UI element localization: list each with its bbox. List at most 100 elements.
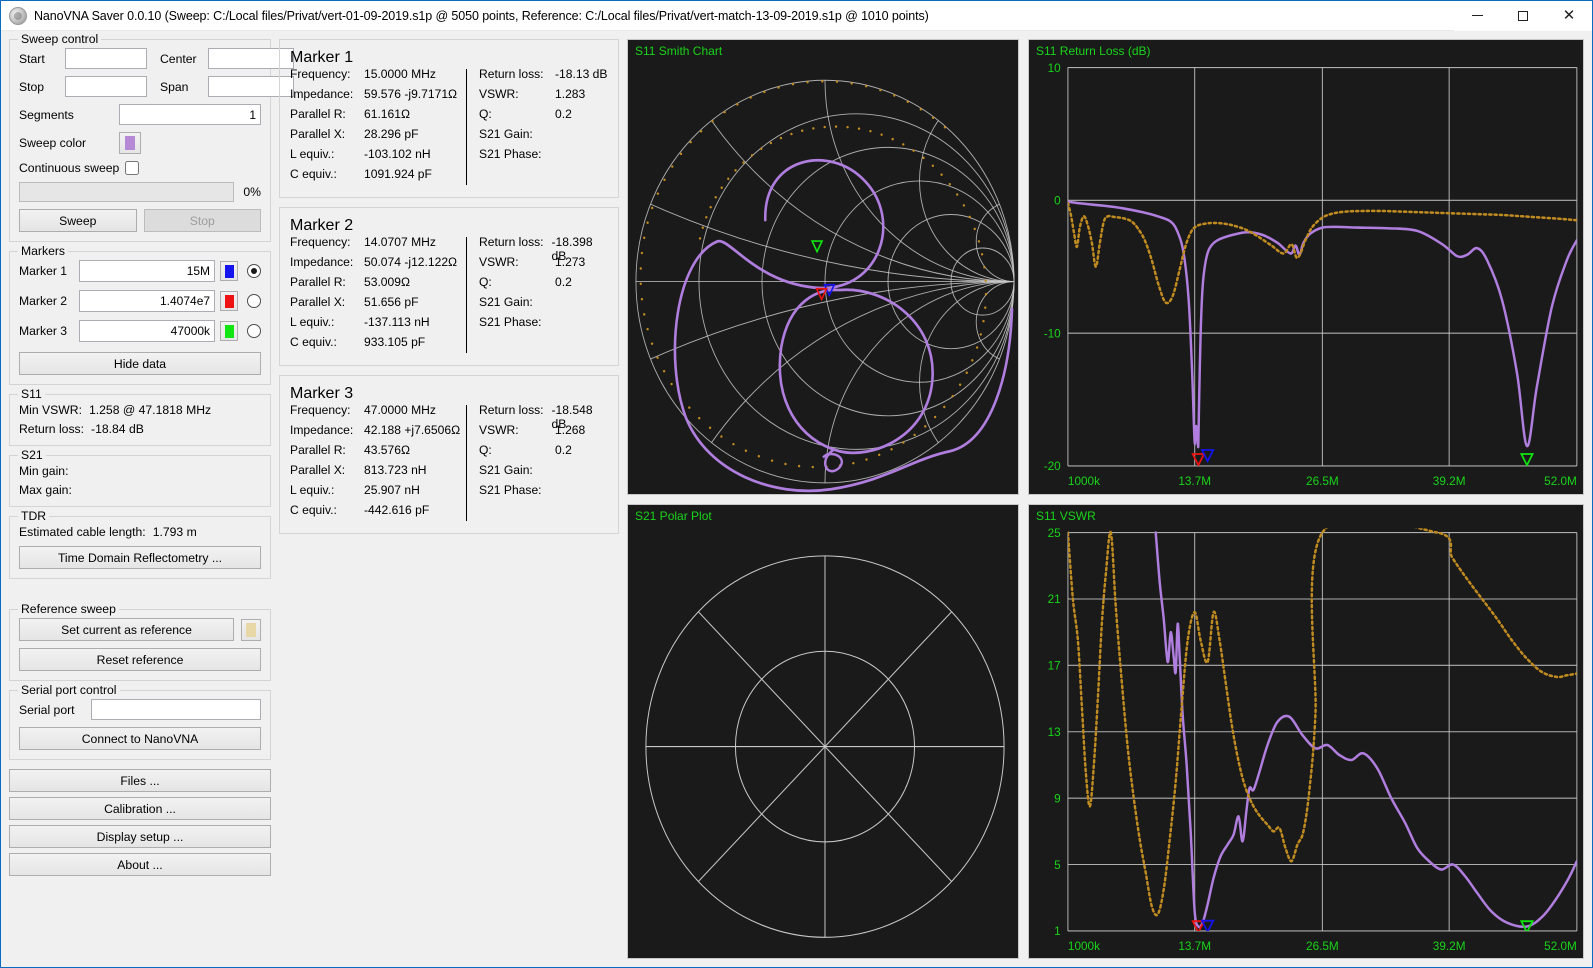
sweep-start-row: Start <box>19 48 147 69</box>
stop-input[interactable] <box>65 76 147 97</box>
marker-1-color-chip <box>224 264 234 278</box>
marker-3-info-group: Marker 3 Frequency: 47.0000 MHz Impedance… <box>279 375 619 534</box>
marker-2-c-equiv: C equiv.: 933.105 pF <box>290 335 462 351</box>
svg-text:26.5M: 26.5M <box>1306 938 1339 952</box>
stop-sweep-button[interactable]: Stop <box>143 209 261 232</box>
marker-3-input[interactable] <box>79 320 216 342</box>
value: 14.0707 MHz <box>364 235 436 249</box>
label: C equiv.: <box>290 335 337 349</box>
sweep-button[interactable]: Sweep <box>19 209 137 232</box>
connect-to-nanovna-button[interactable]: Connect to NanoVNA <box>19 727 261 750</box>
sweep-color-button[interactable] <box>119 132 141 154</box>
label: Parallel X: <box>290 463 346 477</box>
marker-1-s21-gain: S21 Gain: <box>479 127 608 143</box>
svg-text:52.0M: 52.0M <box>1544 938 1577 952</box>
svg-text:39.2M: 39.2M <box>1433 938 1466 952</box>
marker-2-info-legend: Marker 2 <box>290 217 354 234</box>
marker-1-row: Marker 1 <box>19 260 261 282</box>
progress-row: 0% <box>19 182 261 202</box>
label: S21 Gain: <box>479 295 533 309</box>
label: L equiv.: <box>290 315 335 329</box>
label: S21 Phase: <box>479 315 542 329</box>
svg-text:5: 5 <box>1054 857 1061 871</box>
svg-text:13: 13 <box>1048 724 1061 738</box>
marker-3-impedance: Impedance: 42.188 +j7.6506Ω <box>290 423 462 439</box>
marker-3-return-loss: Return loss: -18.548 dB <box>479 403 608 431</box>
reference-color-button[interactable] <box>241 618 261 641</box>
sweep-control-group: Sweep control Start Stop Center Span Seg… <box>9 32 294 242</box>
marker-1-frequency: Frequency: 15.0000 MHz <box>290 67 462 83</box>
marker-2-color-chip <box>224 294 234 308</box>
polar-plot-title: S21 Polar Plot <box>635 508 712 523</box>
about-button[interactable]: About ... <box>9 853 271 876</box>
label: Return loss: <box>479 403 544 417</box>
title-bar: NanoVNA Saver 0.0.10 (Sweep: C:/Local fi… <box>1 0 1592 31</box>
marker-1-input[interactable] <box>79 260 216 282</box>
svg-text:1000k: 1000k <box>1068 474 1100 488</box>
sweep-center-span: Center Span <box>160 48 294 97</box>
marker-3-columns: Frequency: 47.0000 MHz Impedance: 42.188 +… <box>290 403 608 523</box>
s11-min-vswr-value: 1.258 @ 47.1818 MHz <box>88 403 212 417</box>
start-input[interactable] <box>65 48 147 69</box>
marker-2-parallel-x: Parallel X: 51.656 pF <box>290 295 462 311</box>
close-button[interactable]: ✕ <box>1546 0 1592 31</box>
tdr-button[interactable]: Time Domain Reflectometry ... <box>19 546 261 569</box>
value: 50.074 -j12.122Ω <box>364 255 458 269</box>
files-button[interactable]: Files ... <box>9 769 271 792</box>
value: 1.268 <box>555 423 586 437</box>
value: 0.2 <box>555 275 572 289</box>
marker-1-color-button[interactable] <box>220 261 238 281</box>
polar-plot-chart[interactable]: S21 Polar Plot <box>627 503 1019 959</box>
vswr-chart[interactable]: S11 VSWR 25 21 17 13 9 5 1 1000k 13.7M 26.5M 39.2M… <box>1028 503 1584 959</box>
s11-min-vswr-label: Min VSWR: <box>19 403 82 417</box>
marker-3-frequency: Frequency: 47.0000 MHz <box>290 403 462 419</box>
sweep-stop-row: Stop <box>19 76 147 97</box>
label: Parallel R: <box>290 107 346 121</box>
label: Return loss: <box>479 67 544 81</box>
sweep-progress-bar <box>19 182 235 202</box>
marker-3-color-button[interactable] <box>220 321 238 341</box>
label: Q: <box>479 275 492 289</box>
marker-1-right-column: Return loss: -18.13 dB VSWR: 1.283 Q: 0.2 S… <box>479 67 608 187</box>
hide-data-button[interactable]: Hide data <box>19 352 261 375</box>
reset-reference-button[interactable]: Reset reference <box>19 648 261 671</box>
app-logo-icon <box>9 6 27 25</box>
marker-3-radio[interactable] <box>247 324 261 338</box>
label: Impedance: <box>290 423 354 437</box>
label: C equiv.: <box>290 503 337 517</box>
markers-group: Markers Marker 1 Marker 2 Marker 3 <box>9 244 271 385</box>
marker-1-return-loss: Return loss: -18.13 dB <box>479 67 608 83</box>
tdr-cable-length-row: Estimated cable length: 1.793 m <box>19 525 261 539</box>
smith-chart[interactable]: S11 Smith Chart <box>627 39 1019 495</box>
start-label: Start <box>19 51 45 66</box>
maximize-button[interactable] <box>1500 0 1546 31</box>
label: Q: <box>479 443 492 457</box>
marker-1-left-column: Frequency: 15.0000 MHz Impedance: 59.576 -… <box>290 67 462 187</box>
minimize-button[interactable] <box>1454 0 1500 31</box>
marker-2-input[interactable] <box>79 290 216 312</box>
label: S21 Phase: <box>479 147 542 161</box>
continuous-sweep-checkbox[interactable] <box>125 161 140 175</box>
marker-details-column: Marker 1 Frequency: 15.0000 MHz Impedance… <box>279 39 619 959</box>
smith-chart-title: S11 Smith Chart <box>635 44 723 58</box>
value: 28.296 pF <box>364 127 419 141</box>
marker-3-color-chip <box>224 324 234 338</box>
marker-3-q: Q: 0.2 <box>479 443 608 459</box>
return-loss-chart[interactable]: S11 Return Loss (dB) 10 0 -10 -20 1000k 13.7M… <box>1028 39 1584 495</box>
set-current-as-reference-button[interactable]: Set current as reference <box>19 618 234 641</box>
display-setup-button[interactable]: Display setup ... <box>9 825 271 848</box>
s11-min-vswr-row: Min VSWR: 1.258 @ 47.1818 MHz <box>19 403 261 417</box>
marker-1-radio[interactable] <box>247 264 261 278</box>
svg-text:10: 10 <box>1048 61 1061 75</box>
serial-port-input[interactable] <box>91 699 261 720</box>
s21-min-gain-label: Min gain: <box>19 464 69 478</box>
value: 59.576 -j9.7171Ω <box>364 87 458 101</box>
sweep-span-row: Span <box>160 76 294 97</box>
svg-text:25: 25 <box>1048 525 1061 539</box>
marker-2-color-button[interactable] <box>220 291 238 311</box>
marker-2-radio[interactable] <box>247 294 261 308</box>
value: 1091.924 pF <box>364 167 432 181</box>
marker-2-parallel-r: Parallel R: 53.009Ω <box>290 275 462 291</box>
calibration-button[interactable]: Calibration ... <box>9 797 271 820</box>
segments-input[interactable] <box>119 104 261 125</box>
